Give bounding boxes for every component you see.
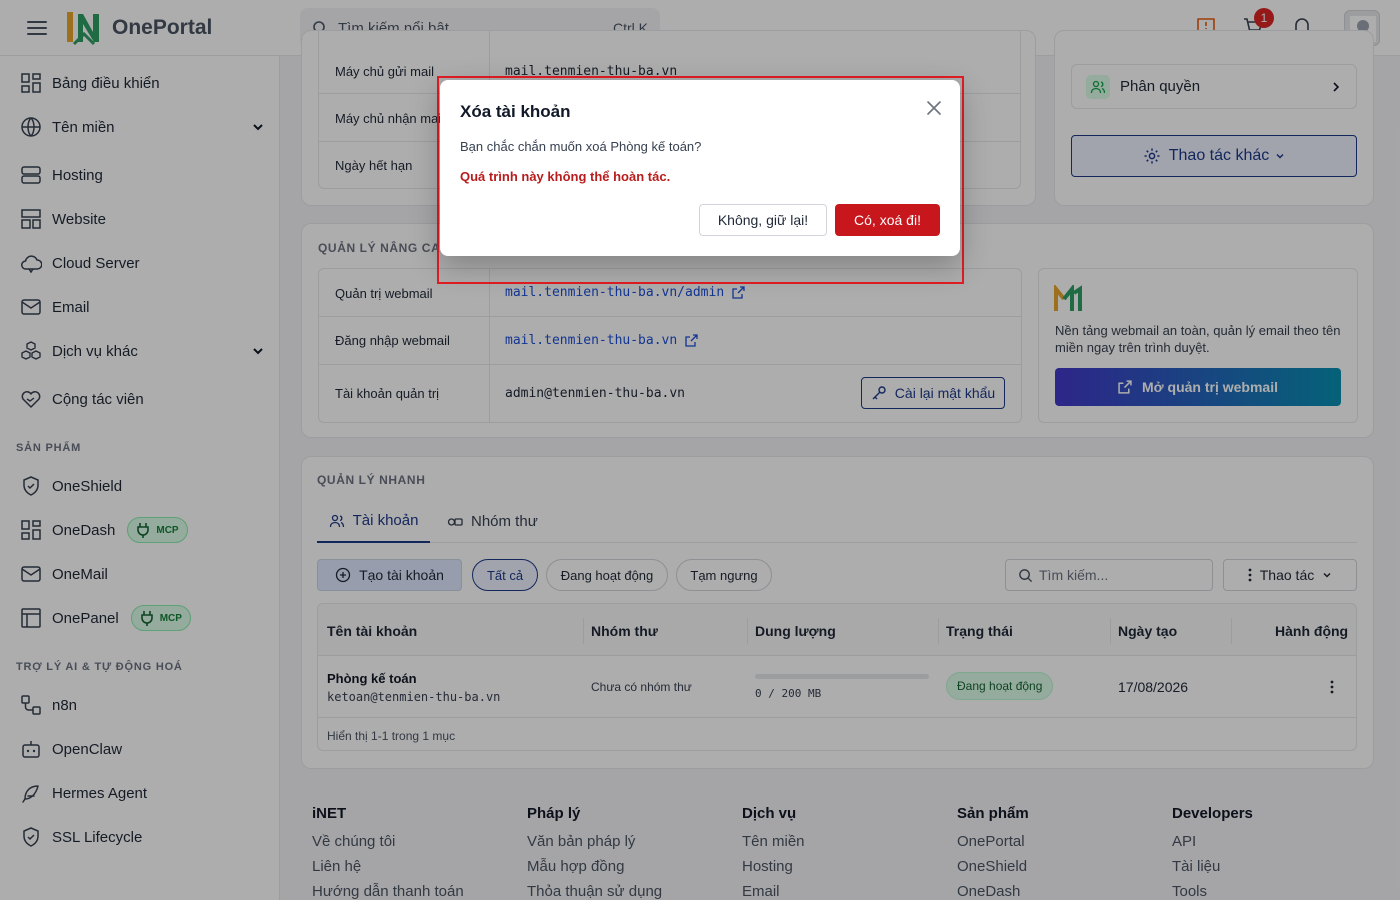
delete-account-dialog: Xóa tài khoản Bạn chắc chắn muốn xoá Phò… (440, 80, 960, 256)
cancel-button[interactable]: Không, giữ lại! (699, 204, 827, 236)
cancel-label: Không, giữ lại! (717, 212, 809, 228)
close-icon[interactable] (924, 98, 944, 118)
dialog-title: Xóa tài khoản (460, 102, 571, 121)
dialog-warning: Quá trình này không thể hoàn tác. (460, 169, 671, 184)
dialog-message: Bạn chắc chắn muốn xoá Phòng kế toán? (460, 139, 702, 154)
confirm-label: Có, xoá đi! (854, 212, 921, 228)
confirm-delete-button[interactable]: Có, xoá đi! (835, 204, 940, 236)
